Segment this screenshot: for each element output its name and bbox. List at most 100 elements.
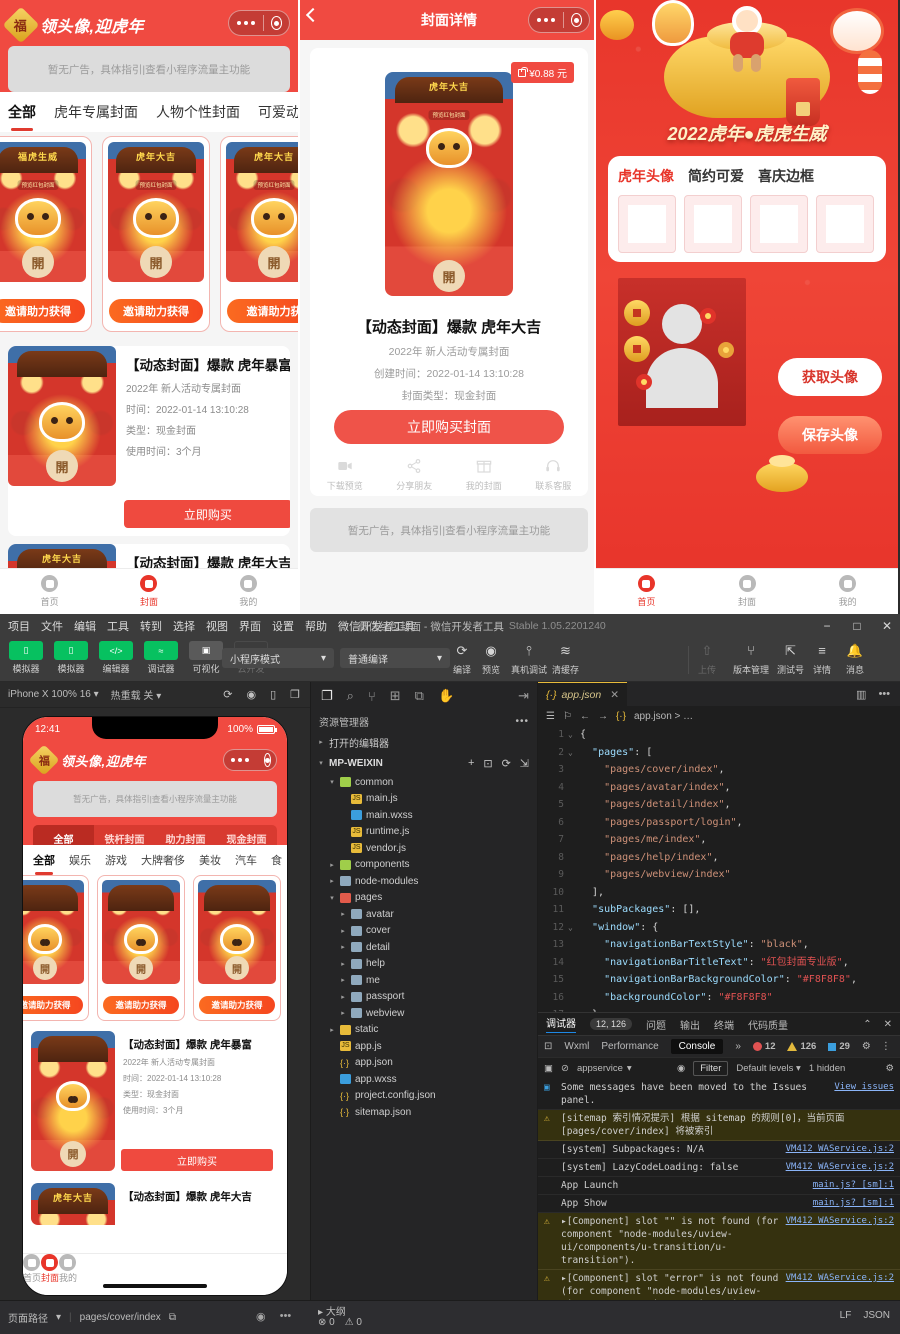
minimize-button[interactable]: −: [820, 619, 834, 633]
cat-luxury[interactable]: 大牌奢侈: [141, 852, 185, 868]
menu-view[interactable]: 视图: [206, 618, 228, 634]
console-log-entry[interactable]: App Launch main.js? [sm]:1: [538, 1177, 900, 1195]
simulator-toolbar[interactable]: iPhone X 100% 16 ▾ 热重载 关 ▾ ⟳ ◉ ▯ ❐: [0, 682, 310, 708]
menu-interface[interactable]: 界面: [239, 618, 261, 634]
tree-item[interactable]: JS runtime.js: [311, 824, 537, 841]
log-source[interactable]: main.js? [sm]:1: [813, 1197, 894, 1210]
bottom-tabbar[interactable]: 首页 封面 我的: [23, 1253, 287, 1295]
menu-select[interactable]: 选择: [173, 618, 195, 634]
buy-button[interactable]: 立即购买: [124, 500, 290, 528]
console-log-entry[interactable]: [system] LazyCodeLoading: false VM412 WAS…: [538, 1159, 900, 1177]
toolbar-upload[interactable]: ⇧ 上传: [698, 641, 716, 676]
info-count[interactable]: 29: [828, 1041, 850, 1052]
close-icon[interactable]: ✕: [610, 689, 619, 701]
list-item[interactable]: 虎年大吉 【动态封面】爆款 虎年大吉: [31, 1183, 279, 1225]
category-tabs[interactable]: 全部 虎年专属封面 人物个性封面 可爱动漫封: [0, 92, 298, 132]
tree-item[interactable]: ▾ common: [311, 774, 537, 791]
breadcrumb[interactable]: ☰ ⚐ ← → {·} app.json > …: [538, 706, 900, 726]
code-line[interactable]: 13 "navigationBarTextStyle": "black",: [538, 936, 900, 954]
tree-item[interactable]: ▸ detail: [311, 939, 537, 956]
avatar-tabs[interactable]: 虎年头像 简约可爱 喜庆边框: [618, 166, 876, 186]
code-line[interactable]: 1 ⌄{: [538, 726, 900, 744]
menu-project[interactable]: 项目: [8, 618, 30, 634]
mode-select[interactable]: 小程序模式 ▾: [222, 648, 334, 668]
code-line[interactable]: 12 ⌄ "window": {: [538, 919, 900, 937]
cover-card-carousel[interactable]: 福虎生威 预览红包封面 開 邀请助力获得 虎年大吉 预览红包封面 開 邀请助力获…: [0, 136, 298, 336]
code-line[interactable]: 3 "pages/cover/index",: [538, 761, 900, 779]
tabbar-item-mine[interactable]: 我的: [797, 569, 898, 614]
maximize-button[interactable]: □: [850, 619, 864, 633]
code-line[interactable]: 8 "pages/help/index",: [538, 849, 900, 867]
avatar-frame-thumbnails[interactable]: [618, 195, 876, 253]
toolbar-debugger[interactable]: ≈ 调试器: [139, 641, 183, 675]
toolbar-details[interactable]: ≡ 详情: [813, 641, 831, 676]
list-icon[interactable]: ☰: [546, 711, 555, 722]
code-line[interactable]: 2 ⌄ "pages": [: [538, 744, 900, 762]
collapse-sidebar-icon[interactable]: ⇥: [518, 688, 537, 704]
tab-all[interactable]: 全部: [8, 102, 36, 122]
code-line[interactable]: 16 "backgroundColor": "#F8F8F8": [538, 989, 900, 1007]
cat-entertainment[interactable]: 娱乐: [69, 852, 91, 868]
debugger-tabs[interactable]: 调试器 12, 126 问题 输出 终端 代码质量 ⌃ ✕: [538, 1013, 900, 1035]
fold-toggle-icon[interactable]: ⌄: [568, 726, 580, 744]
log-source[interactable]: VM412 WAService.js:2: [786, 1161, 894, 1174]
refresh-icon[interactable]: ⟳: [502, 757, 511, 770]
sim-category-tabs[interactable]: 全部 娱乐 游戏 大牌奢侈 美妆 汽车 食: [23, 845, 287, 875]
eye-icon[interactable]: ◉: [677, 1063, 685, 1074]
menu-tools[interactable]: 工具: [107, 618, 129, 634]
tabbar-item-home[interactable]: 首页: [23, 1254, 41, 1295]
warning-count[interactable]: 126: [787, 1041, 816, 1052]
tab-character[interactable]: 人物个性封面: [156, 102, 240, 122]
chevron-up-icon[interactable]: ⌃: [863, 1019, 871, 1030]
tree-item[interactable]: JS main.js: [311, 791, 537, 808]
tree-item[interactable]: ▸ components: [311, 857, 537, 874]
status-left-icons[interactable]: ◉ •••: [256, 1310, 291, 1323]
cover-card[interactable]: 開 邀请助力获得: [193, 875, 281, 1021]
tree-item[interactable]: ▸ webview: [311, 1005, 537, 1022]
tree-item[interactable]: main.wxss: [311, 807, 537, 824]
toolbar-editor[interactable]: </> 编辑器: [94, 641, 138, 675]
inspect-element-icon[interactable]: ⊡: [544, 1041, 552, 1052]
clear-console-icon[interactable]: ⊘: [561, 1063, 569, 1074]
page-path-group[interactable]: 页面路径 ▾ | pages/cover/index ⧉: [8, 1310, 176, 1325]
tree-item[interactable]: ▾ pages: [311, 890, 537, 907]
activity-bar[interactable]: ❐ ⌕ ⑂ ⊞ ⧉ ✋ ⇥: [311, 682, 537, 710]
tree-item[interactable]: app.wxss: [311, 1071, 537, 1088]
tab-overflow[interactable]: »: [735, 1041, 741, 1052]
fold-toggle-icon[interactable]: ⌄: [568, 744, 580, 762]
cover-card[interactable]: 虎年大吉 预览红包封面 開 邀请助力获得: [102, 136, 210, 332]
toolbar-compile[interactable]: ⟳ 编译: [453, 641, 471, 676]
detail-actions[interactable]: 下载预览 分享朋友 我的封面 联系客服: [310, 458, 588, 492]
explorer-more-icon[interactable]: •••: [515, 716, 529, 727]
wechat-capsule[interactable]: [223, 749, 277, 771]
more-icon[interactable]: •••: [878, 688, 890, 701]
menubar[interactable]: 项目 文件 编辑 工具 转到 选择 视图 界面 设置 帮助 微信开发者工具 微信…: [0, 614, 900, 638]
tree-item[interactable]: {·} app.json: [311, 1055, 537, 1072]
cat-all[interactable]: 全部: [33, 852, 55, 868]
new-file-icon[interactable]: +: [468, 757, 474, 770]
tab-tiger-exclusive[interactable]: 虎年专属封面: [54, 102, 138, 122]
code-line[interactable]: 14 "navigationBarTitleText": "红包封面专业版",: [538, 954, 900, 972]
tab-anime[interactable]: 可爱动漫封: [258, 102, 298, 122]
open-editors-section[interactable]: ▸ 打开的编辑器: [311, 732, 537, 752]
invite-help-button[interactable]: 邀请助力获得: [109, 299, 203, 323]
code-line[interactable]: 10 ],: [538, 884, 900, 902]
menu-goto[interactable]: 转到: [140, 618, 162, 634]
device-select[interactable]: iPhone X 100% 16 ▾: [8, 689, 99, 700]
tabbar-item-cover[interactable]: 封面: [99, 569, 198, 614]
kebab-menu-icon[interactable]: ⋮: [881, 1041, 891, 1052]
cat-more[interactable]: 食: [271, 852, 282, 868]
log-source[interactable]: VM412 WAService.js:2: [786, 1215, 894, 1267]
tab-festive-frame[interactable]: 喜庆边框: [758, 166, 814, 186]
code-line[interactable]: 11 "subPackages": [],: [538, 901, 900, 919]
frame-thumbnail[interactable]: [750, 195, 808, 253]
copy-icon[interactable]: ⧉: [169, 1312, 176, 1323]
rotate-icon[interactable]: ▯: [270, 688, 276, 701]
back-icon[interactable]: ←: [580, 711, 590, 722]
extensions-icon[interactable]: ⊞: [390, 688, 401, 704]
bottom-tabbar[interactable]: 首页 封面 我的: [596, 568, 898, 614]
tab-tiger-avatar[interactable]: 虎年头像: [618, 166, 674, 186]
cover-card[interactable]: 開 邀请助力获得: [97, 875, 185, 1021]
tree-item[interactable]: ▸ static: [311, 1022, 537, 1039]
invite-help-button[interactable]: 邀请助力获得: [103, 996, 179, 1014]
